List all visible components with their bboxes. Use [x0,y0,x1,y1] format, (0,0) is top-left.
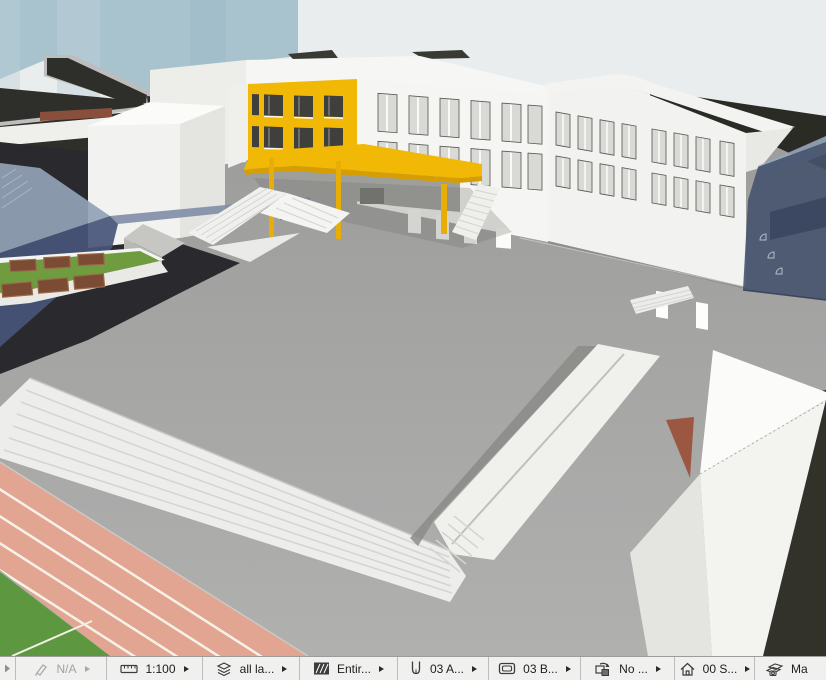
quick-option-structure-display[interactable]: Entir... [300,657,398,680]
popup-arrow-icon [282,666,287,672]
rounded-rect-icon [498,661,516,676]
pen-diagonal-icon [32,661,49,677]
quick-option-label: 03 A... [430,662,464,676]
ruler-icon [120,662,138,676]
pen-nib-icon [409,660,423,677]
popup-arrow-icon [379,666,384,672]
quick-option-label: Ma [791,662,808,676]
popup-arrow-icon [85,666,90,672]
3d-viewport[interactable] [0,0,826,656]
quick-option-pen-set[interactable]: 03 A... [398,657,489,680]
quick-option-story[interactable]: 00 S... [675,657,755,680]
popup-arrow-icon [184,666,189,672]
archicad-window: N/A 1:100 all la... [0,0,826,680]
popup-arrow-icon [566,666,571,672]
hatch-square-icon [313,661,330,676]
layers-icon [215,661,233,677]
popup-arrow-icon [656,666,661,672]
quick-options-bar: N/A 1:100 all la... [0,656,826,680]
quick-option-label: Entir... [337,662,371,676]
quick-option-model-view[interactable]: 03 B... [489,657,581,680]
master-layout-icon [765,661,784,677]
quick-option-label: N/A [56,662,76,676]
renovation-icon [594,661,612,677]
quick-option-na[interactable]: N/A [16,657,107,680]
quick-option-label: 03 B... [523,662,558,676]
quick-option-label: 00 S... [703,662,738,676]
quick-option-layers[interactable]: all la... [203,657,300,680]
popup-arrow-icon [745,666,750,672]
quick-options-expander[interactable] [0,657,16,680]
quick-option-scale[interactable]: 1:100 [107,657,203,680]
house-icon [679,661,696,677]
quick-option-renovation-filter[interactable]: No ... [581,657,675,680]
popup-arrow-icon [472,666,477,672]
quick-option-label: 1:100 [145,662,175,676]
quick-option-label: all la... [240,662,275,676]
chevron-right-icon [4,664,11,673]
quick-option-layout[interactable]: Ma [755,657,826,680]
quick-option-label: No ... [619,662,648,676]
3d-scene [0,0,826,656]
